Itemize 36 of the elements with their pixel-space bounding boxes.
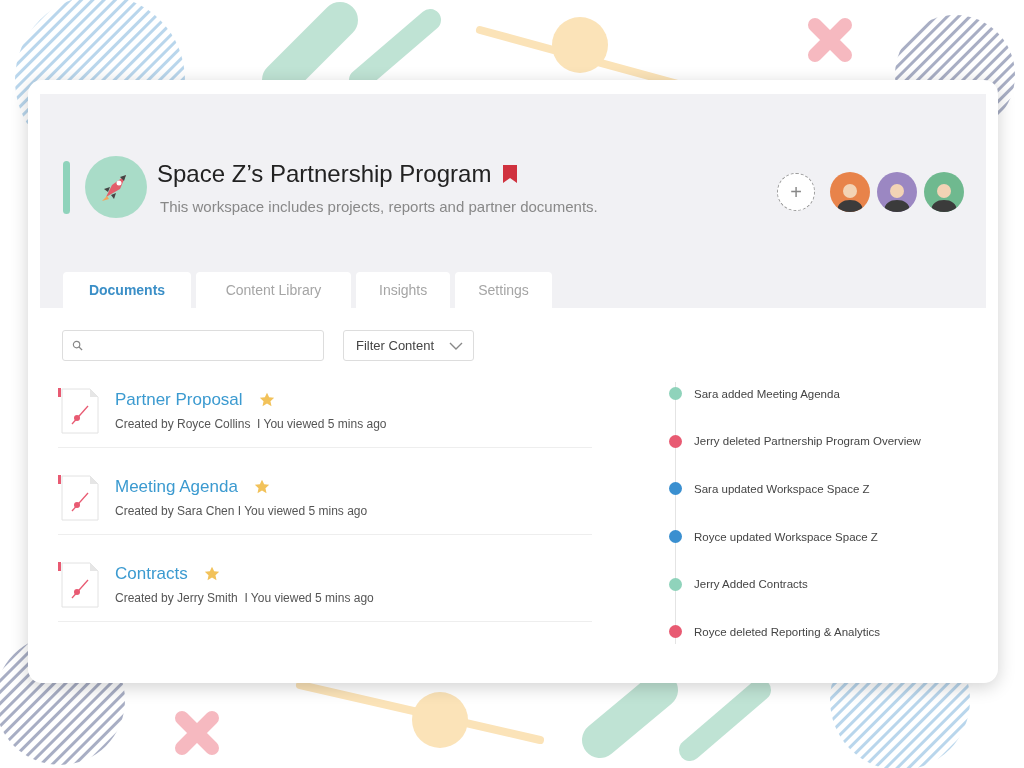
cross-shape xyxy=(808,18,852,62)
chevron-down-icon xyxy=(449,341,463,350)
document-icon xyxy=(58,473,102,521)
accent-bar xyxy=(63,160,70,214)
member-avatar[interactable] xyxy=(924,172,964,212)
document-title-link[interactable]: Partner Proposal xyxy=(115,389,243,410)
filter-dropdown[interactable]: Filter Content xyxy=(343,330,474,361)
document-meta: Created by Jerry Smith I You viewed 5 mins ago xyxy=(115,590,374,605)
tab[interactable]: Insights xyxy=(356,272,451,308)
activity-text: Sara updated Workspace Space Z xyxy=(694,483,870,495)
search-icon xyxy=(72,340,83,351)
tab[interactable]: Content Library xyxy=(196,272,351,308)
tab[interactable]: Documents xyxy=(63,272,191,308)
star-icon[interactable] xyxy=(253,479,270,494)
activity-text: Jerry Added Contracts xyxy=(694,578,808,591)
cross-shape xyxy=(175,711,219,755)
tab[interactable]: Settings xyxy=(455,272,552,308)
member-avatar[interactable] xyxy=(830,172,870,212)
star-icon[interactable] xyxy=(203,566,220,581)
activity-text: Sara added Meeting Agenda xyxy=(694,387,840,400)
activity-text: Royce deleted Reporting & Analytics xyxy=(694,625,881,638)
document-meta: Created by Royce Collins I You viewed 5 mins ago xyxy=(115,416,387,431)
bookmark-icon[interactable] xyxy=(503,164,518,183)
search-field[interactable] xyxy=(62,330,324,361)
activity-text: Royce updated Workspace Space Z xyxy=(694,530,878,543)
member-avatar[interactable] xyxy=(877,172,917,212)
document-title-link[interactable]: Contracts xyxy=(115,563,188,584)
document-meta: Created by Sara Chen I You viewed 5 mins ago xyxy=(115,503,368,518)
document-icon xyxy=(58,560,102,608)
document-icon xyxy=(58,386,102,434)
activity-text: Jerry deleted Partnership Program Overview xyxy=(694,435,921,448)
workspace-title: Space Z’s Partnership Program xyxy=(157,159,492,188)
star-icon[interactable] xyxy=(258,392,275,407)
add-member-button[interactable]: + xyxy=(777,173,815,211)
document-title-link[interactable]: Meeting Agenda xyxy=(115,476,238,497)
workspace-description: This workspace includes projects, reports and partner documents. xyxy=(160,197,599,215)
